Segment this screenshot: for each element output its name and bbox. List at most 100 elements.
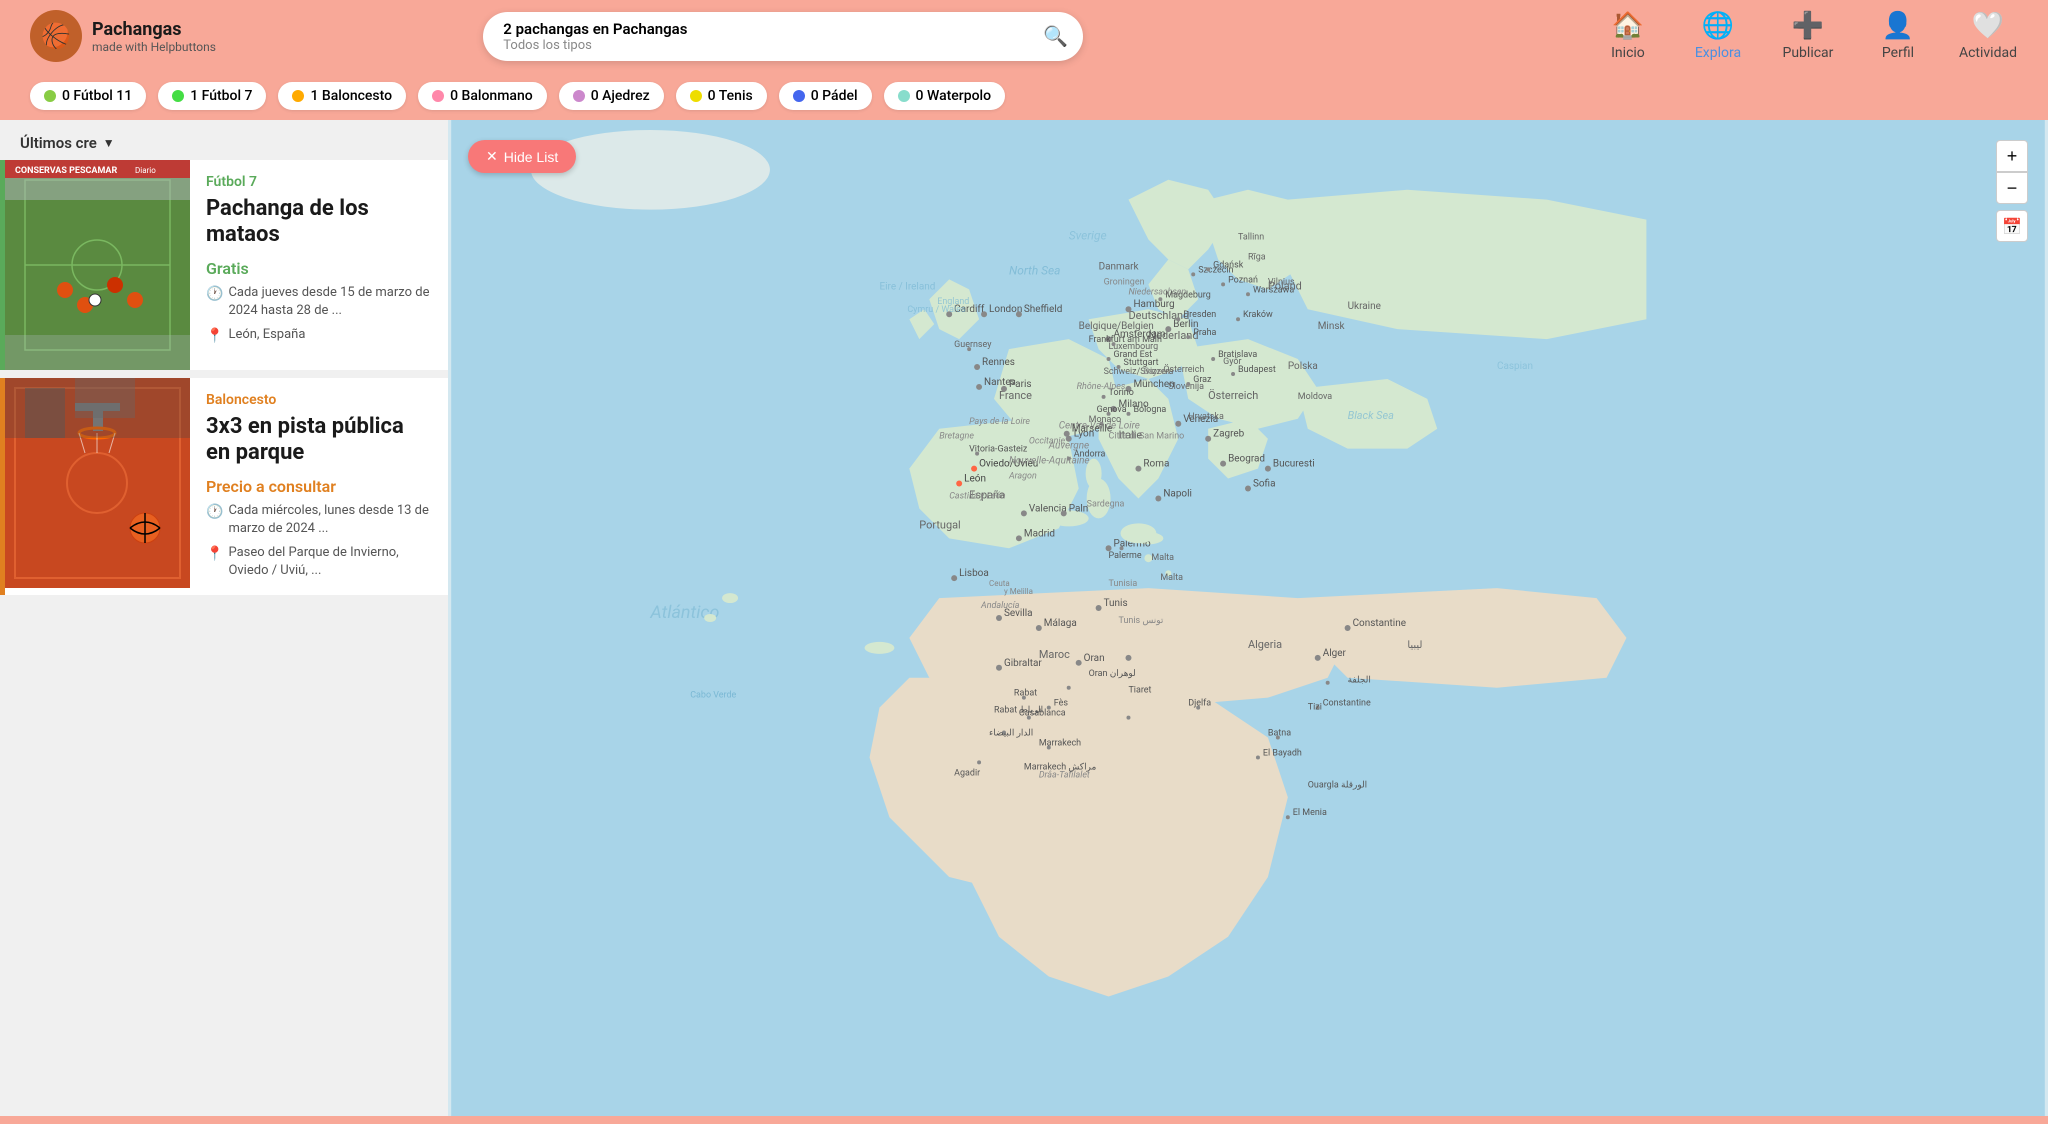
svg-text:Tizi: Tizi (1308, 703, 1322, 713)
svg-text:Napoli: Napoli (1163, 488, 1192, 499)
filter-tenis-label: 0 Tenis (708, 88, 753, 104)
svg-text:Bucuresti: Bucuresti (1273, 459, 1315, 470)
calendar-icon: 📅 (2002, 217, 2022, 236)
svg-text:Djelfa: Djelfa (1188, 699, 1211, 709)
svg-text:Tiaret: Tiaret (1128, 686, 1151, 696)
svg-text:Praha: Praha (1193, 328, 1216, 338)
nav-explora[interactable]: 🌐 Explora (1688, 11, 1748, 61)
nav-perfil[interactable]: 👤 Perfil (1868, 11, 1928, 61)
map-container[interactable]: Atlántico France España Italie Deutschla… (448, 120, 2048, 1116)
search-icon[interactable]: 🔍 (1043, 24, 1068, 48)
filter-padel-label: 0 Pádel (811, 88, 858, 104)
svg-text:Sheffield: Sheffield (1024, 304, 1062, 315)
svg-text:Caspian: Caspian (1497, 361, 1533, 372)
zoom-in-button[interactable]: + (1996, 140, 2028, 172)
event-schedule-text-1: Cada jueves desde 15 de marzo de 2024 ha… (228, 284, 432, 320)
nav-inicio[interactable]: 🏠 Inicio (1598, 11, 1658, 61)
logo-area: 🏀 Pachangas made with Helpbuttons (30, 10, 216, 62)
filter-baloncesto[interactable]: 1 Baloncesto (278, 82, 406, 110)
event-card-1[interactable]: CONSERVAS PESCAMAR Diario Fútbol 7 Pacha… (0, 160, 448, 370)
app-tagline: made with Helpbuttons (92, 40, 216, 54)
svg-text:El Menia: El Menia (1293, 808, 1327, 818)
svg-text:Gdańsk: Gdańsk (1213, 260, 1244, 270)
dot-ajedrez (573, 90, 585, 102)
filter-padel[interactable]: 0 Pádel (779, 82, 872, 110)
search-input[interactable]: 2 pachangas en Pachangas Todos los tipos (483, 12, 1083, 61)
event-location-2: 📍 Paseo del Parque de Invierno, Oviedo /… (206, 544, 432, 580)
svg-text:Poznań: Poznań (1228, 275, 1258, 285)
svg-text:Castilla y León: Castilla y León (949, 491, 1006, 501)
filter-tenis[interactable]: 0 Tenis (676, 82, 767, 110)
svg-text:Alger: Alger (1323, 648, 1347, 659)
search-bar[interactable]: 2 pachangas en Pachangas Todos los tipos… (483, 12, 1083, 61)
nav-publicar-label: Publicar (1783, 45, 1834, 61)
svg-text:الدار البيضاء: الدار البيضاء (989, 729, 1033, 739)
filter-ajedrez-label: 0 Ajedrez (591, 88, 650, 104)
svg-text:Groningen: Groningen (1104, 277, 1145, 287)
map-svg: Atlántico France España Italie Deutschla… (448, 120, 2048, 1116)
event-card-2[interactable]: Baloncesto 3x3 en pista pública en parqu… (0, 378, 448, 595)
home-icon: 🏠 (1612, 11, 1644, 41)
svg-text:Nouvelle-Aquitaine: Nouvelle-Aquitaine (1009, 456, 1090, 467)
svg-text:Ukraine: Ukraine (1348, 301, 1381, 312)
svg-text:Black Sea: Black Sea (1348, 409, 1395, 422)
svg-text:Constantine: Constantine (1323, 699, 1371, 709)
app-logo[interactable]: 🏀 (30, 10, 82, 62)
svg-text:Gibraltar: Gibraltar (1004, 658, 1042, 669)
svg-text:Danmark: Danmark (1099, 261, 1140, 272)
event-image-svg-2 (5, 378, 190, 588)
svg-text:ليبيا: ليبيا (1407, 640, 1422, 651)
filter-waterpolo[interactable]: 0 Waterpolo (884, 82, 1006, 110)
event-sport-2: Baloncesto (206, 392, 432, 408)
svg-text:Fès: Fès (1054, 699, 1069, 709)
svg-text:Rennes: Rennes (982, 357, 1015, 368)
event-price-1: Gratis (206, 259, 432, 278)
svg-text:Hamburg: Hamburg (1133, 299, 1174, 310)
nav-inicio-label: Inicio (1611, 45, 1645, 61)
svg-text:Österreich: Österreich (1163, 364, 1204, 375)
svg-text:Minsk: Minsk (1318, 321, 1346, 332)
event-location-text-1: León, España (228, 326, 305, 344)
svg-text:Kraków: Kraków (1243, 310, 1273, 320)
svg-text:Marrakech: Marrakech (1039, 738, 1081, 748)
dot-balonmano (432, 90, 444, 102)
map-calendar-button[interactable]: 📅 (1996, 210, 2028, 242)
svg-text:Oran: Oran (1084, 653, 1105, 664)
filter-futbol7[interactable]: 1 Fútbol 7 (158, 82, 266, 110)
svg-text:Bologna: Bologna (1133, 405, 1166, 415)
svg-text:England: England (937, 297, 969, 307)
svg-text:Tunisia: Tunisia (1109, 579, 1138, 589)
svg-text:Maroc: Maroc (1039, 648, 1070, 661)
nav-publicar[interactable]: ➕ Publicar (1778, 11, 1838, 61)
dot-tenis (690, 90, 702, 102)
svg-text:Roma: Roma (1143, 459, 1169, 470)
svg-text:Sverige: Sverige (1069, 229, 1107, 243)
zoom-out-button[interactable]: − (1996, 172, 2028, 204)
event-info-1: Fútbol 7 Pachanga de los mataos Gratis 🕐… (190, 160, 448, 370)
filter-futbol11[interactable]: 0 Fútbol 11 (30, 82, 146, 110)
app-title: Pachangas (92, 19, 216, 40)
filter-balonmano-label: 0 Balonmano (450, 88, 533, 104)
hide-list-button[interactable]: ✕ Hide List (468, 140, 576, 173)
filter-waterpolo-label: 0 Waterpolo (916, 88, 992, 104)
app-name-block: Pachangas made with Helpbuttons (92, 19, 216, 54)
filter-balonmano[interactable]: 0 Balonmano (418, 82, 547, 110)
nav-actividad[interactable]: 🤍 Actividad (1958, 11, 2018, 61)
svg-text:Tallinn: Tallinn (1238, 233, 1264, 243)
dot-baloncesto (292, 90, 304, 102)
svg-text:Andalucía: Andalucía (980, 601, 1020, 611)
svg-text:El Bayadh: El Bayadh (1263, 748, 1302, 758)
svg-text:Occitanie: Occitanie (1029, 437, 1066, 447)
svg-text:Bretagne: Bretagne (939, 432, 974, 442)
x-icon: ✕ (486, 148, 498, 165)
svg-text:CONSERVAS PESCAMAR: CONSERVAS PESCAMAR (15, 166, 117, 176)
clock-icon-1: 🕐 (206, 285, 223, 305)
user-icon: 👤 (1882, 11, 1914, 41)
nav-explora-label: Explora (1695, 45, 1741, 61)
svg-text:Oran لوهران: Oran لوهران (1089, 669, 1136, 679)
filter-ajedrez[interactable]: 0 Ajedrez (559, 82, 664, 110)
svg-text:Algeria: Algeria (1248, 638, 1282, 651)
list-header[interactable]: Últimos cre ▼ (0, 120, 448, 160)
event-location-text-2: Paseo del Parque de Invierno, Oviedo / U… (228, 544, 432, 580)
event-title-2: 3x3 en pista pública en parque (206, 414, 432, 467)
